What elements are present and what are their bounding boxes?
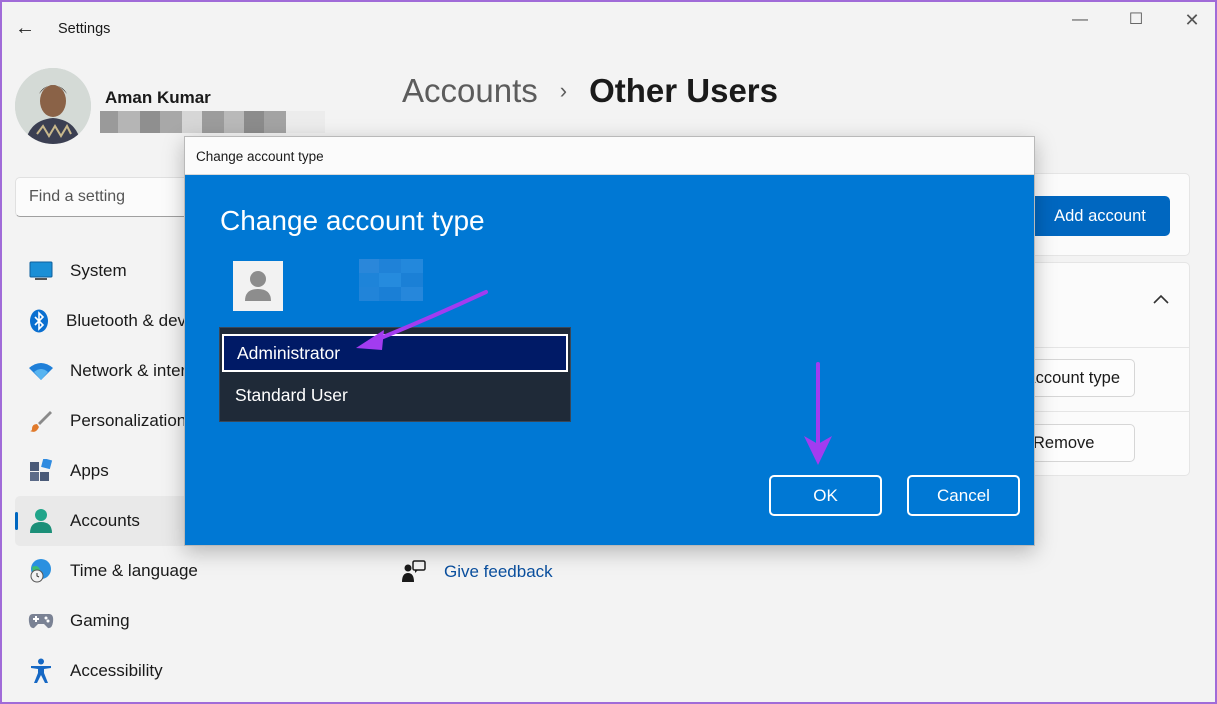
gamepad-icon xyxy=(28,608,54,634)
option-standard-user[interactable]: Standard User xyxy=(222,376,568,414)
minimize-icon[interactable]: — xyxy=(1065,10,1095,30)
page-title: Other Users xyxy=(589,72,778,109)
title-bar: ← Settings — ☐ ✕ xyxy=(2,2,1215,54)
monitor-icon xyxy=(28,258,54,284)
user-placeholder-icon xyxy=(233,261,283,311)
avatar[interactable] xyxy=(15,68,91,144)
change-account-type-dialog: Change account type Change account type … xyxy=(184,136,1035,546)
person-icon xyxy=(28,508,54,534)
apps-icon xyxy=(28,458,54,484)
chevron-right-icon: › xyxy=(559,78,568,103)
maximize-icon[interactable]: ☐ xyxy=(1121,10,1151,30)
close-icon[interactable]: ✕ xyxy=(1177,10,1207,30)
chevron-up-icon[interactable] xyxy=(1152,292,1170,310)
account-type-dropdown[interactable]: Administrator Standard User xyxy=(219,327,571,422)
dialog-title: Change account type xyxy=(196,149,324,164)
sidebar-item-accessibility[interactable]: Accessibility xyxy=(15,646,215,696)
breadcrumb-parent[interactable]: Accounts xyxy=(402,72,538,110)
cancel-button[interactable]: Cancel xyxy=(907,475,1020,516)
add-account-button[interactable]: Add account xyxy=(1020,196,1170,236)
feedback-icon xyxy=(402,560,426,584)
globe-clock-icon xyxy=(28,558,54,584)
option-administrator[interactable]: Administrator xyxy=(222,334,568,372)
dialog-heading: Change account type xyxy=(220,205,485,236)
accessibility-icon xyxy=(28,658,54,684)
username-redacted xyxy=(359,259,423,301)
ok-button[interactable]: OK xyxy=(769,475,882,516)
brush-icon xyxy=(28,408,54,434)
settings-window: ← Settings — ☐ ✕ Aman Kumar Find a setti… xyxy=(2,2,1215,702)
app-title: Settings xyxy=(58,21,111,37)
user-name: Aman Kumar xyxy=(105,88,211,107)
back-arrow-icon[interactable]: ← xyxy=(12,18,38,40)
wifi-icon xyxy=(28,358,54,384)
sidebar-item-gaming[interactable]: Gaming xyxy=(15,596,215,646)
email-redacted xyxy=(100,111,325,133)
feedback-label: Give feedback xyxy=(444,562,553,581)
dialog-title-bar: Change account type xyxy=(185,137,1034,175)
breadcrumb: Accounts › Other Users xyxy=(402,72,778,110)
sidebar-item-time-language[interactable]: Time & language xyxy=(15,546,215,596)
bluetooth-icon xyxy=(28,308,50,334)
give-feedback-link[interactable]: Give feedback xyxy=(402,560,553,584)
